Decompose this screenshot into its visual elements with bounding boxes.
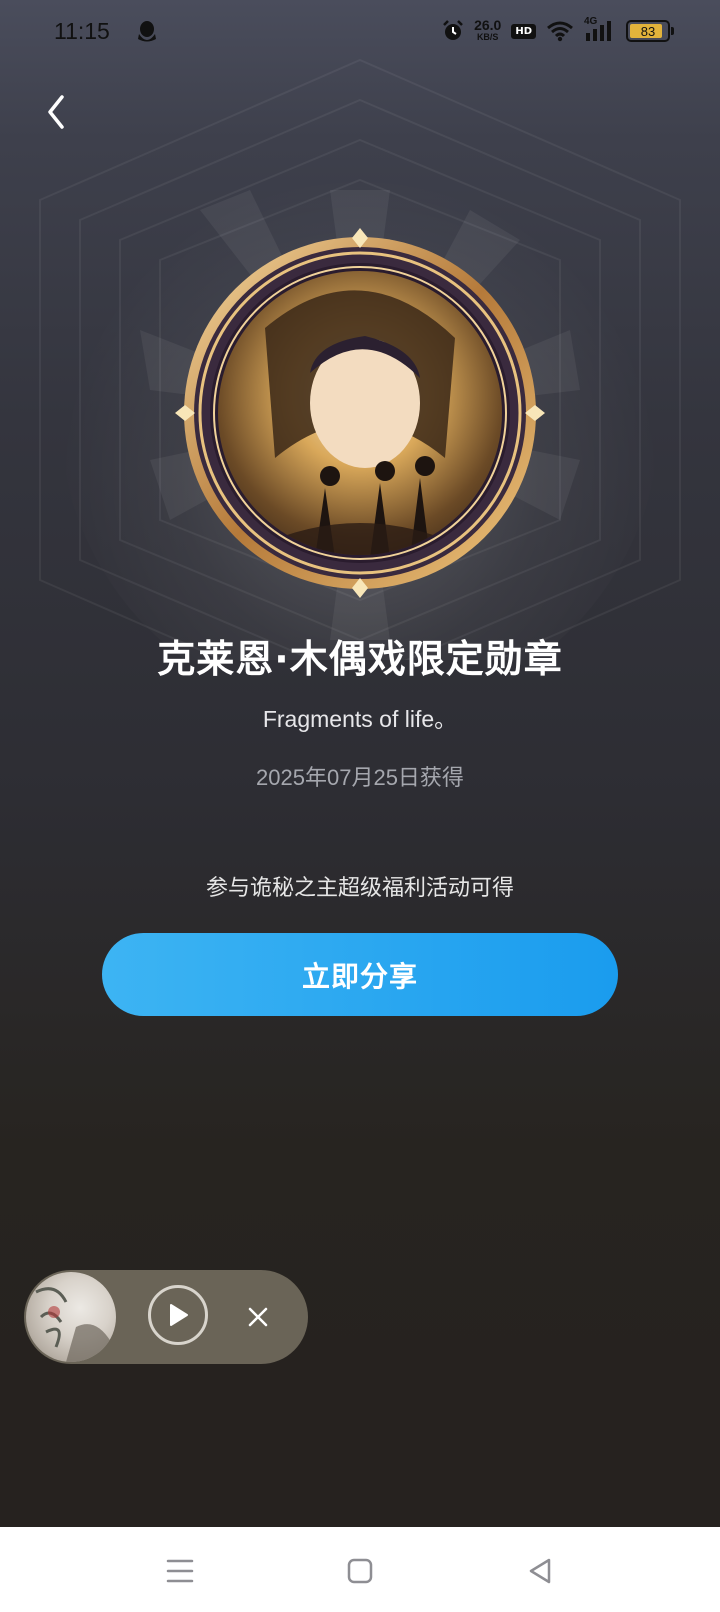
play-button[interactable] xyxy=(148,1285,208,1345)
menu-icon xyxy=(166,1559,194,1583)
system-navigation-bar xyxy=(0,1527,720,1612)
mini-audio-player[interactable] xyxy=(24,1270,308,1364)
alarm-icon xyxy=(443,20,463,40)
clock: 11:15 xyxy=(54,18,110,44)
badge-condition: 参与诡秘之主超级福利活动可得 xyxy=(205,876,514,901)
wifi-icon xyxy=(547,21,573,42)
obtained-date: 2025年07月25日获得 xyxy=(256,765,464,790)
status-icons: 26.0 KB/S HD 4G 83 xyxy=(442,16,674,46)
back-nav-button[interactable] xyxy=(516,1547,564,1595)
badge-title: 克莱恩·木偶戏限定勋章 xyxy=(157,637,563,681)
badge-subtitle: Fragments of life。 xyxy=(262,706,458,732)
home-square-icon xyxy=(347,1558,373,1584)
menu-nav-button[interactable] xyxy=(156,1547,204,1595)
network-speed: 26.0 KB/S xyxy=(474,17,502,42)
audio-cover-thumbnail[interactable] xyxy=(26,1272,116,1362)
badge-medal-image xyxy=(175,228,545,598)
back-button[interactable] xyxy=(36,88,76,136)
qq-notification-icon xyxy=(138,21,156,42)
share-button[interactable]: 立即分享 xyxy=(102,933,618,1016)
cellular-signal-icon: 4G xyxy=(584,16,616,43)
status-bar: 11:15 26.0 KB/S HD 4G 83 xyxy=(0,0,720,64)
play-icon xyxy=(170,1304,188,1326)
chevron-left-icon xyxy=(48,95,64,129)
close-player-button[interactable] xyxy=(236,1295,280,1339)
home-nav-button[interactable] xyxy=(336,1547,384,1595)
triangle-back-icon xyxy=(529,1558,551,1584)
close-icon xyxy=(248,1307,268,1327)
hd-icon: HD xyxy=(511,23,536,39)
battery-icon: 83 xyxy=(626,20,674,42)
